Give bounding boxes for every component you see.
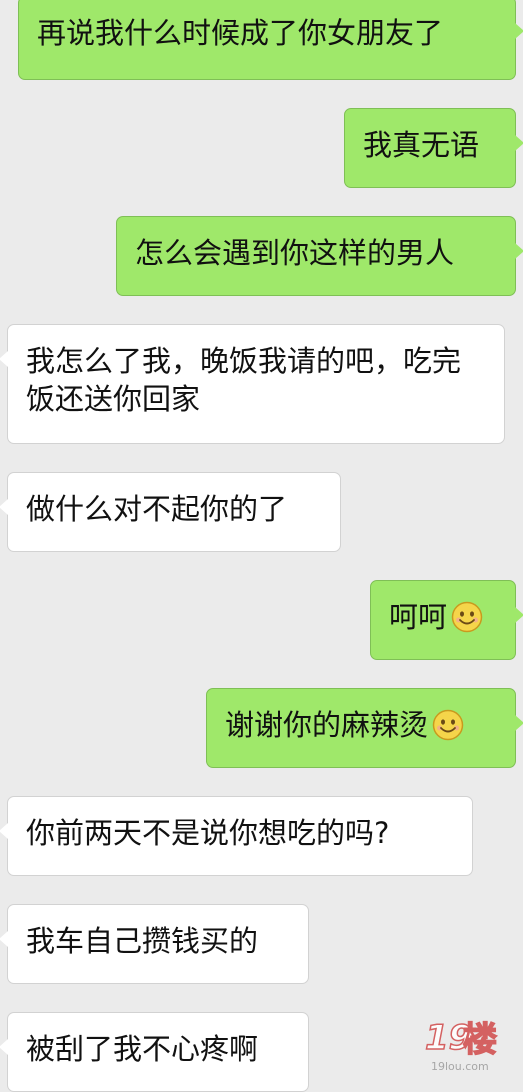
message-bubble-outgoing[interactable]: 谢谢你的麻辣烫: [206, 688, 523, 768]
message-bubble-outgoing[interactable]: 我真无语: [344, 108, 523, 188]
message-text: 我怎么了我，晚饭我请的吧，吃完饭还送你回家: [26, 344, 462, 416]
watermark-char: 楼: [462, 1019, 498, 1061]
message-bubble-outgoing[interactable]: 呵呵: [370, 580, 523, 660]
message-text: 我真无语: [363, 128, 480, 162]
message-text: 怎么会遇到你这样的男人: [135, 236, 455, 270]
smile-emoji-icon: [451, 601, 483, 642]
message-text: 再说我什么时候成了你女朋友了: [37, 16, 444, 50]
message-text: 呵呵: [389, 600, 448, 634]
message-bubble-incoming[interactable]: 我车自己攒钱买的: [0, 904, 309, 984]
message-text: 我车自己攒钱买的: [26, 924, 259, 958]
smile-emoji-icon: [432, 709, 464, 750]
message-bubble-incoming[interactable]: 做什么对不起你的了: [0, 472, 341, 552]
message-text: 你前两天不是说你想吃的吗?: [26, 816, 390, 850]
message-bubble-outgoing[interactable]: 怎么会遇到你这样的男人: [116, 216, 523, 296]
message-text: 谢谢你的麻辣烫: [225, 708, 429, 742]
site-watermark-logo: 19 楼 19lou.com: [424, 1017, 507, 1080]
message-bubble-outgoing[interactable]: 再说我什么时候成了你女朋友了: [18, 0, 523, 80]
watermark-url: 19lou.com: [431, 1060, 489, 1073]
message-text: 做什么对不起你的了: [26, 492, 288, 526]
message-bubble-incoming[interactable]: 你前两天不是说你想吃的吗?: [0, 796, 473, 876]
message-bubble-incoming[interactable]: 被刮了我不心疼啊: [0, 1012, 309, 1092]
chat-window: 再说我什么时候成了你女朋友了 我真无语 怎么会遇到你这样的男人 我怎么了我，晚饭…: [0, 0, 523, 1092]
message-text: 被刮了我不心疼啊: [26, 1032, 259, 1066]
message-bubble-incoming[interactable]: 我怎么了我，晚饭我请的吧，吃完饭还送你回家: [0, 324, 505, 444]
